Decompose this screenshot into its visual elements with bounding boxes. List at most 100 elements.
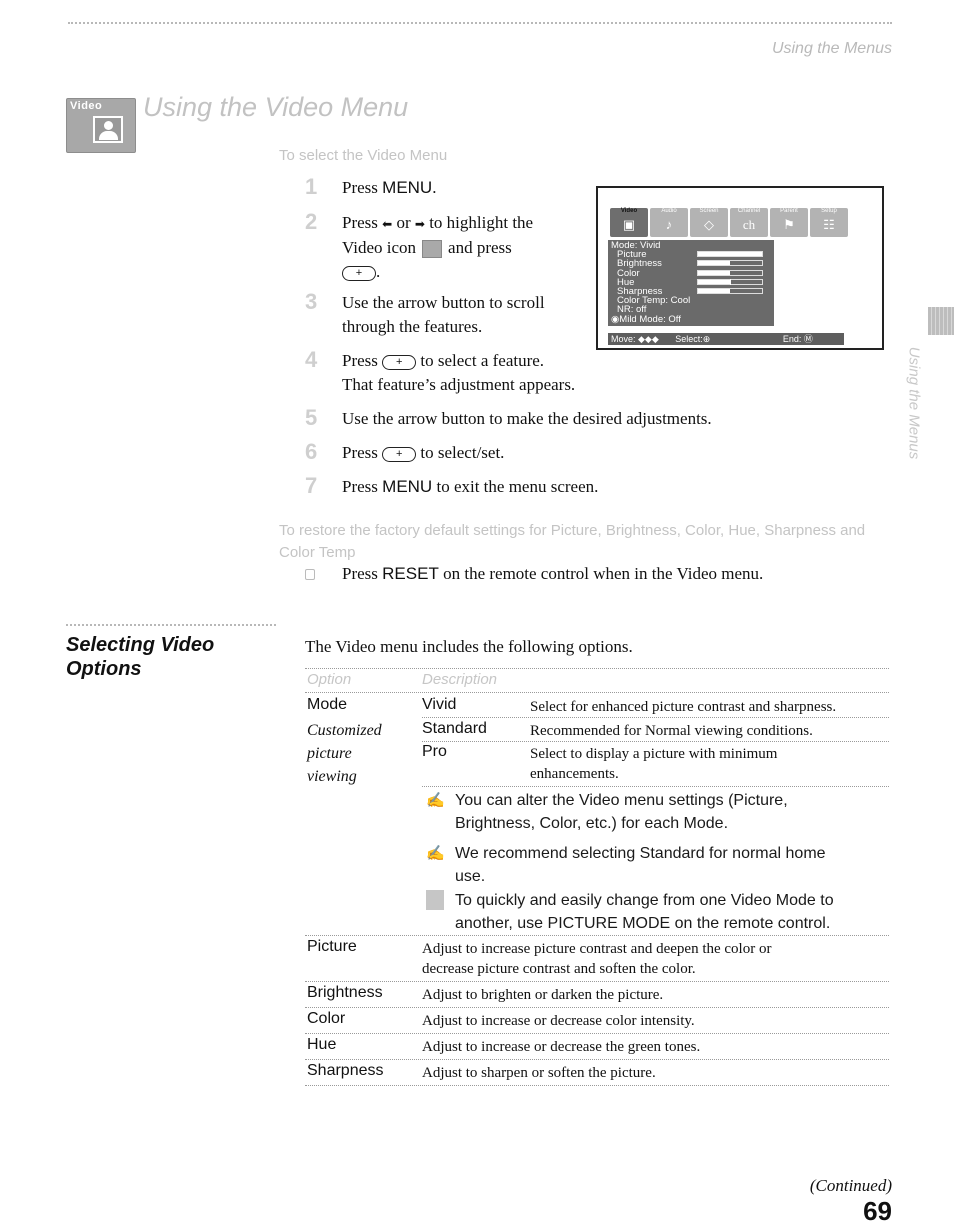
osd-tab-icon: ch bbox=[742, 217, 756, 232]
page-title: Using the Video Menu bbox=[143, 92, 409, 122]
osd-end-hint: End: Ⓜ bbox=[782, 334, 813, 344]
osd-tab-label: Audio bbox=[661, 208, 677, 214]
pencil-note-icon: ✍ bbox=[426, 792, 445, 809]
osd-level-bar bbox=[697, 278, 763, 285]
osd-setting-color: Color bbox=[611, 268, 771, 278]
restore-defaults-heading: To restore the factory default settings … bbox=[279, 522, 866, 561]
menu-key: MENU bbox=[382, 178, 433, 197]
mode-choice-standard: Standard bbox=[422, 720, 487, 737]
option-description: Adjust to increase picture contrast and … bbox=[422, 941, 772, 977]
mode-choice-vivid: Vivid bbox=[422, 696, 457, 713]
mode-desc-standard: Recommended for Normal viewing condition… bbox=[530, 723, 813, 739]
note-alter-settings: ✍ You can alter the Video menu settings … bbox=[426, 789, 788, 835]
plus-button-icon: + bbox=[342, 265, 376, 281]
page-number: 69 bbox=[863, 1196, 892, 1226]
column-header-option: Option bbox=[307, 671, 352, 688]
table-rule bbox=[422, 786, 889, 787]
option-sharpness: Sharpness bbox=[307, 1062, 384, 1079]
osd-footer: Move: ◆◆◆ Select:⊕ End: Ⓜ bbox=[608, 333, 844, 345]
menu-key: MENU bbox=[382, 477, 433, 496]
osd-tab-label: Parent bbox=[780, 208, 798, 214]
table-rule bbox=[305, 935, 889, 936]
option-description: Adjust to brighten or darken the picture… bbox=[422, 987, 664, 1003]
video-badge-icon: Video bbox=[66, 98, 136, 153]
option-hue: Hue bbox=[307, 1036, 337, 1053]
table-rule bbox=[422, 717, 889, 718]
mode-desc-vivid: Select for enhanced picture contrast and… bbox=[530, 699, 837, 715]
step-number: 7 bbox=[305, 473, 318, 498]
left-arrow-icon: ⬅ bbox=[382, 217, 393, 231]
osd-tab-label: Setup bbox=[821, 208, 837, 214]
option-mode-sublabel: Customized picture viewing bbox=[307, 722, 382, 785]
osd-mild-mode: ◉Mild Mode: Off bbox=[611, 313, 681, 325]
option-description: Adjust to sharpen or soften the picture. bbox=[422, 1065, 656, 1081]
osd-tab-audio: Audio ♪ bbox=[650, 208, 688, 237]
osd-tab-label: Screen bbox=[699, 208, 719, 214]
video-menu-screenshot: Video ▣ Audio ♪ Screen ◇ Channel ch Parent ⚑ Setup… bbox=[596, 186, 884, 350]
osd-move-hint: Move: ◆◆◆ bbox=[611, 334, 659, 344]
plus-button-icon: + bbox=[382, 446, 417, 462]
section-rule bbox=[66, 624, 276, 626]
osd-tab-bar: Video ▣ Audio ♪ Screen ◇ Channel ch Parent ⚑ Setup… bbox=[610, 208, 848, 237]
osd-tab-channel: Channel ch bbox=[730, 208, 768, 237]
table-rule bbox=[305, 668, 889, 669]
osd-tab-icon: ◇ bbox=[704, 217, 714, 232]
osd-level-bar bbox=[697, 251, 763, 258]
osd-tab-icon: ⚑ bbox=[783, 217, 795, 232]
person-picture-icon bbox=[93, 116, 123, 143]
option-description: Adjust to increase or decrease color int… bbox=[422, 1013, 695, 1029]
pencil-note-icon: ✍ bbox=[426, 845, 445, 862]
step-number: 4 bbox=[305, 347, 318, 372]
side-running-label: Using the Menus bbox=[905, 346, 923, 460]
osd-tab-icon: ♪ bbox=[665, 217, 673, 232]
table-rule bbox=[305, 981, 889, 982]
note-recommend-standard: ✍ We recommend selecting Standard for no… bbox=[426, 842, 826, 888]
options-intro: The Video menu includes the following op… bbox=[305, 637, 633, 656]
table-rule bbox=[422, 741, 889, 742]
mode-desc-pro: Select to display a picture with minimum… bbox=[530, 746, 778, 782]
mode-choice-pro: Pro bbox=[422, 743, 447, 760]
osd-select-hint: Select:⊕ bbox=[675, 334, 711, 344]
checkbox-bullet-icon bbox=[305, 569, 315, 580]
step-number: 2 bbox=[305, 209, 318, 234]
section-thumb-tab bbox=[928, 307, 954, 335]
option-brightness: Brightness bbox=[307, 984, 383, 1001]
step-number: 6 bbox=[305, 439, 318, 464]
option-description: Adjust to increase or decrease the green… bbox=[422, 1039, 701, 1055]
top-rule bbox=[68, 22, 892, 24]
option-picture: Picture bbox=[307, 938, 357, 955]
osd-tab-setup: Setup ☷ bbox=[810, 208, 848, 237]
plus-button-icon: + bbox=[382, 354, 417, 370]
table-rule bbox=[305, 1033, 889, 1034]
osd-level-bar bbox=[697, 260, 763, 267]
table-rule bbox=[305, 1085, 889, 1086]
continued-label: (Continued) bbox=[809, 1176, 892, 1195]
step-number: 1 bbox=[305, 174, 318, 199]
osd-tab-label: Channel bbox=[737, 208, 761, 214]
badge-label: Video bbox=[70, 100, 103, 112]
running-head: Using the Menus bbox=[771, 40, 892, 57]
table-rule bbox=[305, 1007, 889, 1008]
osd-tab-video: Video ▣ bbox=[610, 208, 648, 237]
reset-key: RESET bbox=[382, 564, 439, 583]
osd-tab-label: Video bbox=[620, 208, 638, 214]
option-color: Color bbox=[307, 1010, 346, 1027]
osd-tab-icon: ☷ bbox=[823, 217, 835, 232]
option-mode: Mode bbox=[307, 696, 348, 713]
osd-level-bar bbox=[697, 269, 763, 276]
video-icon bbox=[422, 240, 443, 259]
step-number: 5 bbox=[305, 405, 318, 430]
section-title: Selecting Video Options bbox=[66, 634, 215, 680]
osd-tab-parent: Parent ⚑ bbox=[770, 208, 808, 237]
osd-level-bar bbox=[697, 287, 763, 294]
lightbulb-tip-icon bbox=[426, 890, 444, 910]
column-header-description: Description bbox=[422, 671, 498, 688]
step-number: 3 bbox=[305, 289, 318, 314]
osd-tab-icon: ▣ bbox=[622, 217, 636, 232]
select-video-menu-heading: To select the Video Menu bbox=[279, 147, 448, 164]
osd-video-panel: Mode: Vivid Picture Brightness Color Hue Sha… bbox=[608, 240, 774, 326]
right-arrow-icon: ➡ bbox=[414, 217, 425, 231]
table-rule bbox=[305, 692, 889, 693]
table-rule bbox=[305, 1059, 889, 1060]
tip-picture-mode: To quickly and easily change from one Vi… bbox=[426, 889, 834, 935]
